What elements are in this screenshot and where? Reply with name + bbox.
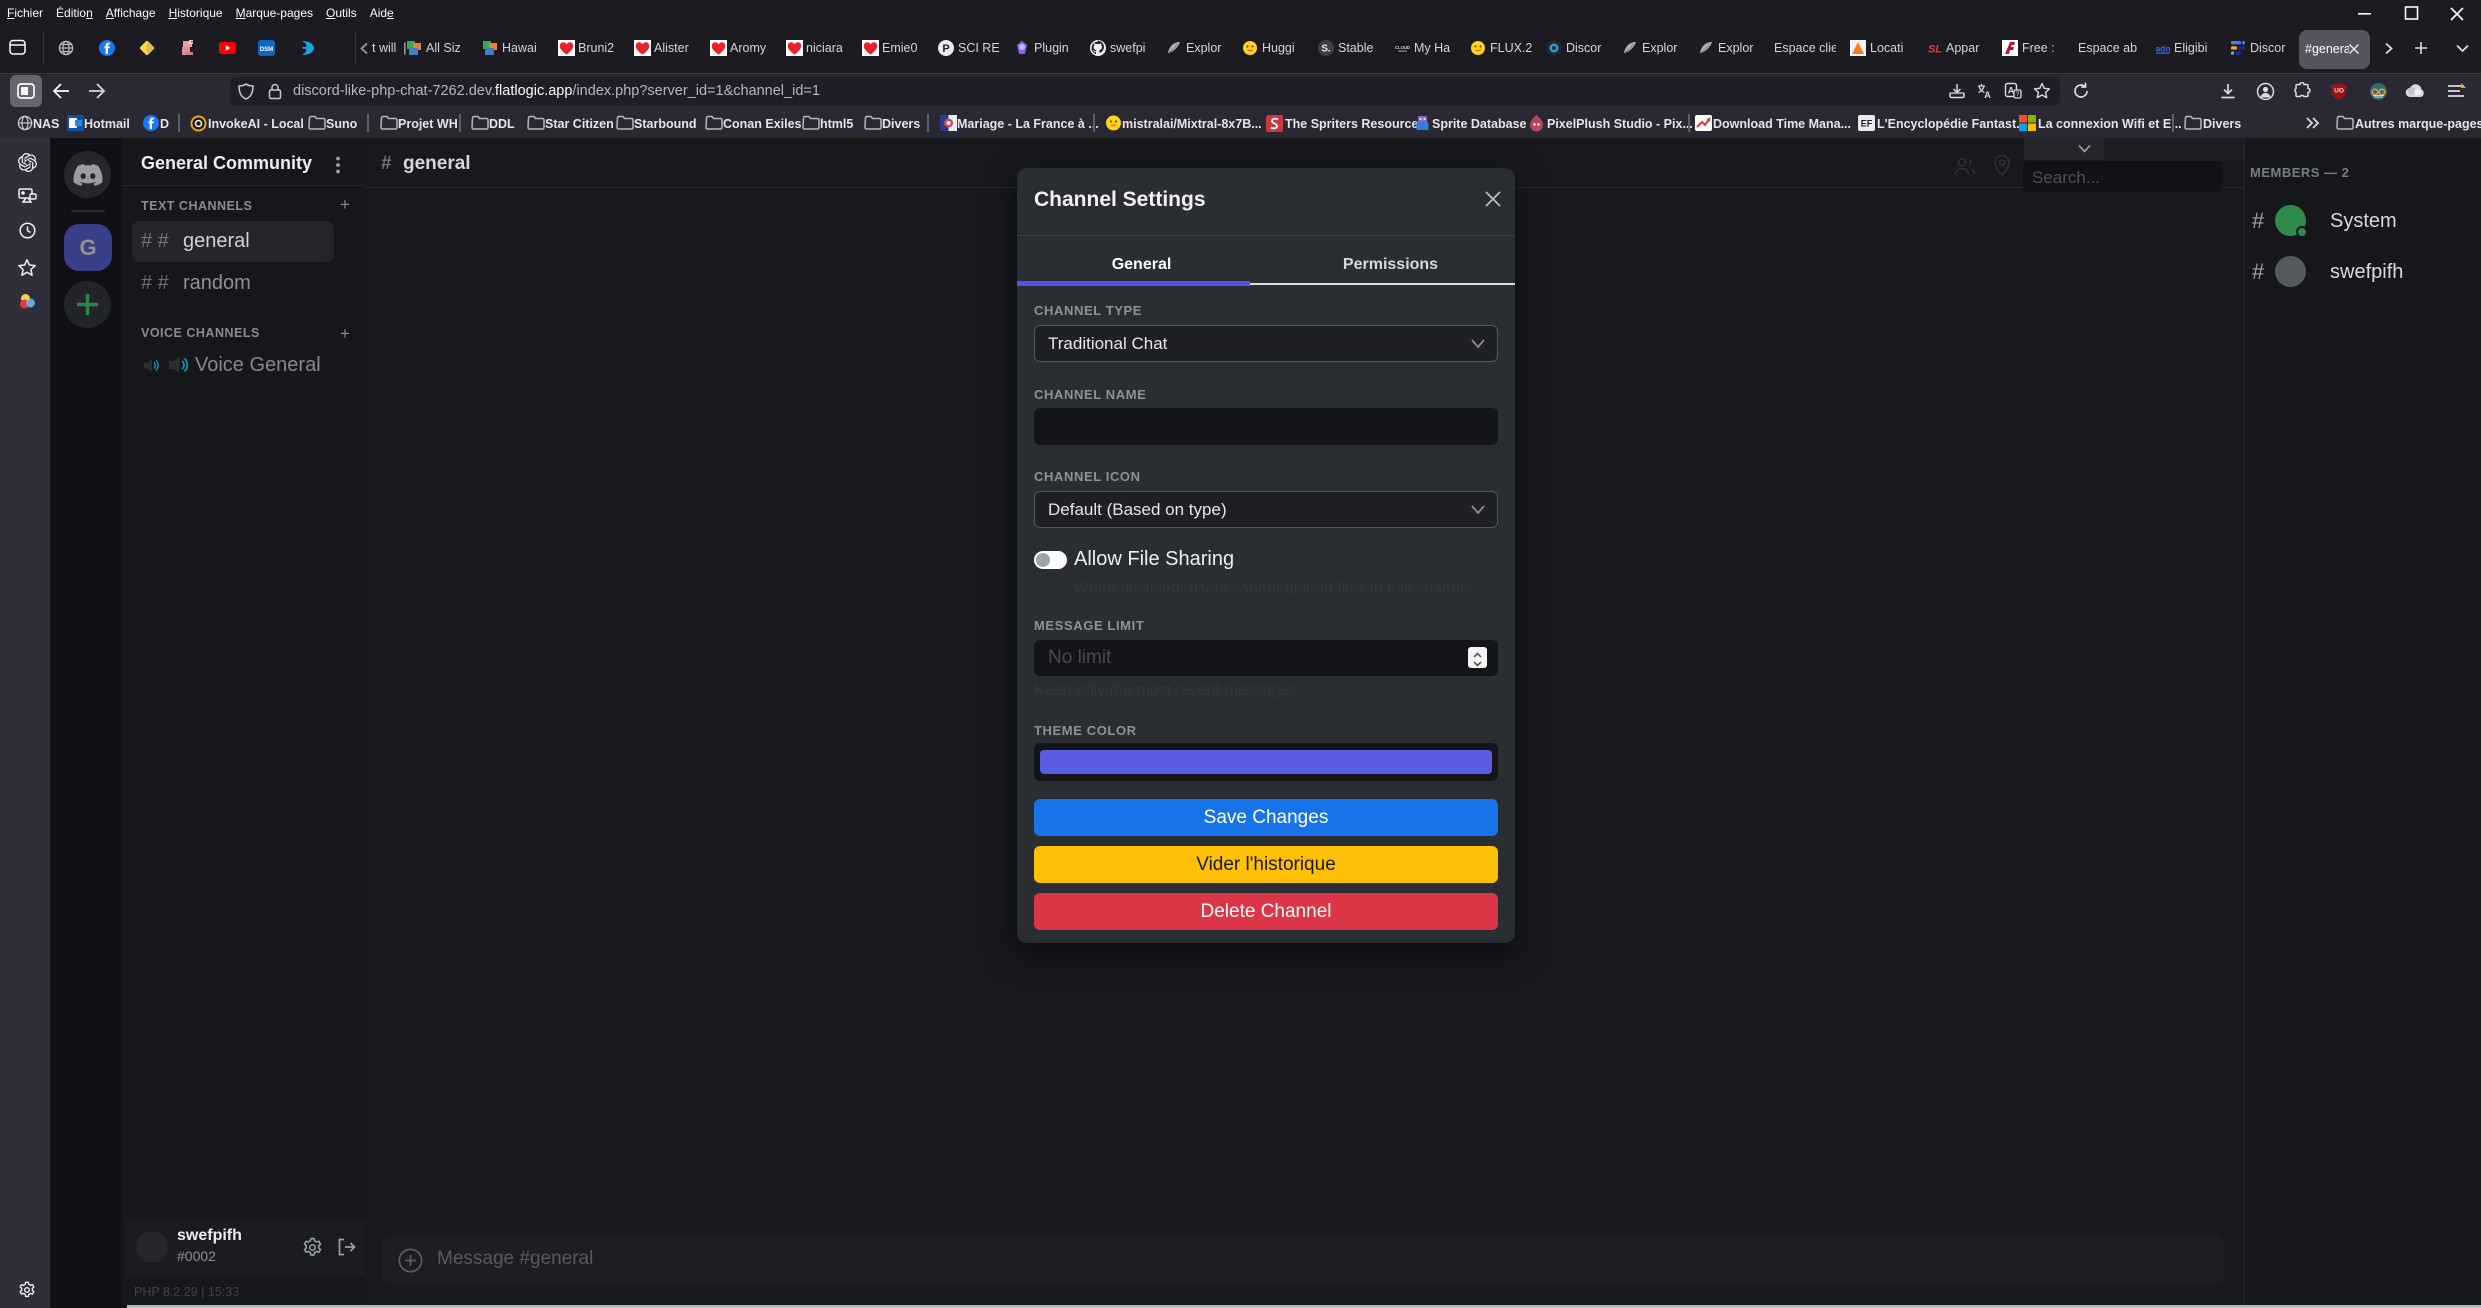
svg-text:adn: adn	[2155, 44, 2170, 54]
svg-text:DSM: DSM	[260, 47, 273, 53]
svg-text:CLOUD: CLOUD	[1395, 45, 1410, 50]
svg-text:UO: UO	[2334, 88, 2344, 95]
svg-text:A: A	[1984, 90, 1991, 100]
svg-text:S.: S.	[1321, 44, 1331, 55]
svg-text:EF: EF	[1861, 119, 1873, 129]
svg-text:P: P	[942, 43, 949, 55]
svg-text:SL: SL	[1928, 44, 1942, 56]
